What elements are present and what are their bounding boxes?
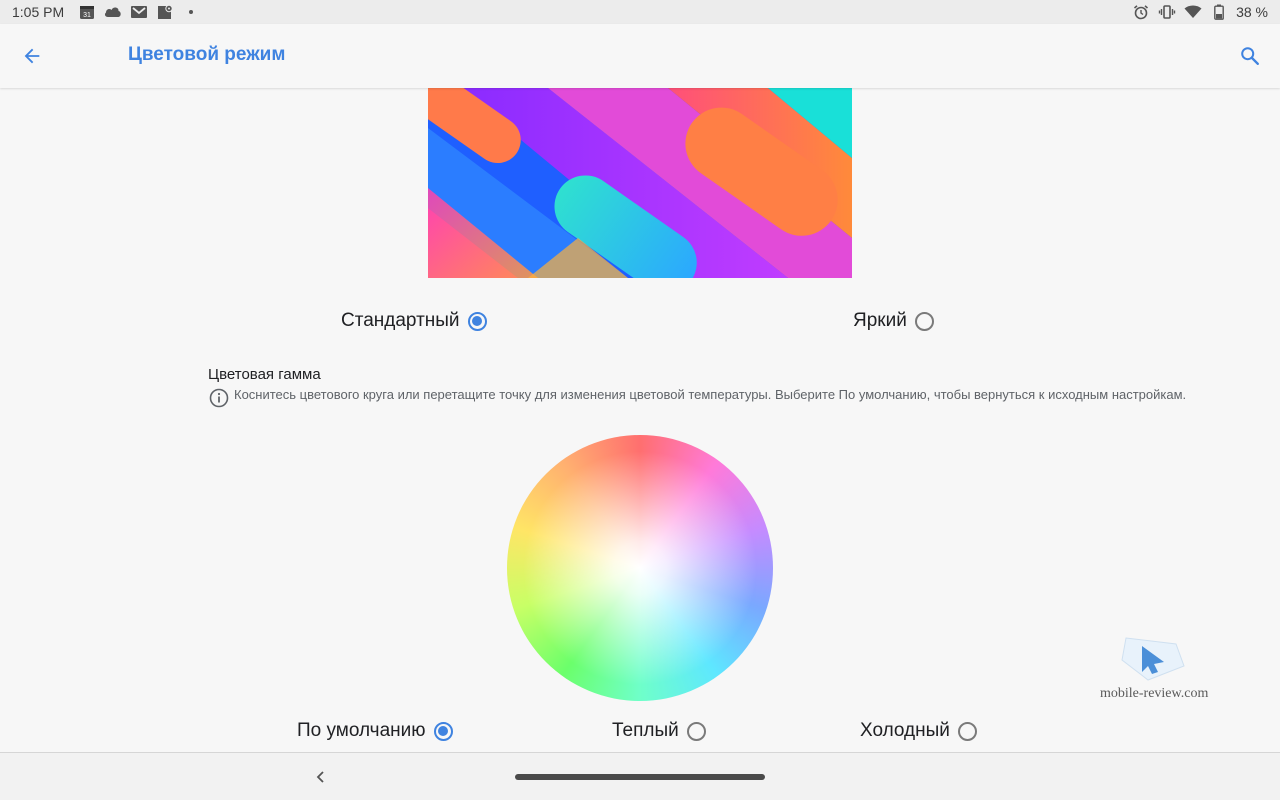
- arrow-back-icon: [24, 48, 40, 64]
- temp-option-default[interactable]: По умолчанию: [297, 720, 453, 742]
- search-button[interactable]: [1230, 36, 1270, 76]
- calendar-icon: 31: [78, 4, 96, 20]
- back-button[interactable]: [12, 36, 52, 76]
- nav-back-button[interactable]: [308, 765, 332, 789]
- status-bar-right: 38 %: [1132, 4, 1268, 20]
- status-bar-left: 1:05 PM 31: [12, 4, 200, 20]
- radio-warm[interactable]: [686, 721, 706, 741]
- temp-option-cold-label: Холодный: [860, 720, 950, 741]
- cloud-icon: [104, 4, 122, 20]
- radio-default[interactable]: [433, 721, 453, 741]
- color-mode-preview-image: [428, 88, 852, 278]
- color-wheel[interactable]: [507, 435, 773, 701]
- mode-option-vivid-label: Яркий: [853, 310, 907, 331]
- search-icon: [1241, 47, 1259, 65]
- navigation-bar: [0, 752, 1280, 800]
- alarm-icon: [1132, 4, 1150, 20]
- calendar-day: 31: [83, 12, 91, 19]
- page-title: Цветовой режим: [128, 44, 286, 65]
- temp-option-default-label: По умолчанию: [297, 720, 426, 741]
- temp-option-warm-label: Теплый: [612, 720, 679, 741]
- color-gamut-title: Цветовая гамма: [208, 366, 321, 383]
- dot-icon: [182, 4, 200, 20]
- info-icon: [208, 387, 230, 409]
- radio-cold[interactable]: [957, 721, 977, 741]
- watermark-text: mobile-review.com: [1100, 686, 1209, 701]
- nav-back-icon: [316, 771, 324, 783]
- color-gamut-hint: Коснитесь цветового круга или перетащите…: [208, 387, 1208, 409]
- mode-option-standard[interactable]: Стандартный: [341, 310, 487, 332]
- battery-percent: 38 %: [1236, 4, 1268, 20]
- radio-vivid[interactable]: [914, 311, 934, 331]
- home-pill-icon[interactable]: [515, 774, 765, 780]
- mode-option-vivid[interactable]: Яркий: [853, 310, 934, 332]
- temp-option-warm[interactable]: Теплый: [612, 720, 706, 742]
- temp-option-cold[interactable]: Холодный: [860, 720, 977, 742]
- vibrate-icon: [1158, 4, 1176, 20]
- gmail-icon: [130, 4, 148, 20]
- app-bar: Цветовой режим: [0, 24, 1280, 88]
- battery-icon: [1210, 4, 1228, 20]
- radio-standard[interactable]: [467, 311, 487, 331]
- status-bar: 1:05 PM 31 38 %: [0, 0, 1280, 24]
- mode-option-standard-label: Стандартный: [341, 310, 460, 331]
- hint-text: Коснитесь цветового круга или перетащите…: [234, 387, 1187, 402]
- wifi-icon: [1184, 4, 1202, 20]
- status-time: 1:05 PM: [12, 4, 65, 20]
- maps-icon: [156, 4, 174, 20]
